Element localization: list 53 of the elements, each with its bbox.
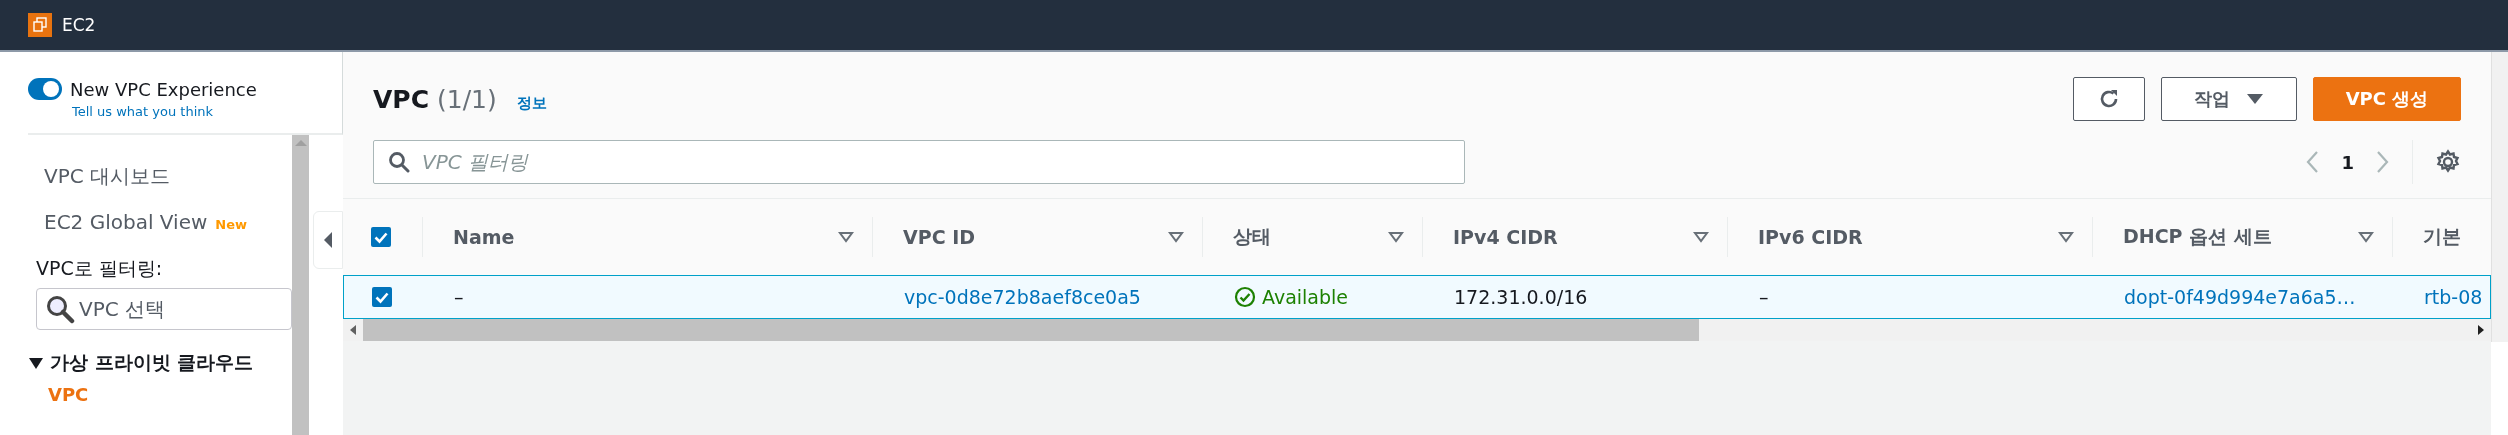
table-link[interactable]: vpc-0d8e72b8aef8ce0a5 xyxy=(904,286,1141,308)
table-cell: – xyxy=(1759,286,1769,308)
table-row[interactable]: – vpc-0d8e72b8aef8ce0a5 Available 172.31.0.0/16 – dopt-0f49d994e7a6a5… rtb-08 xyxy=(343,275,2491,319)
scrollbar-thumb[interactable] xyxy=(363,319,1699,341)
vertical-scrollbar[interactable] xyxy=(2491,52,2508,342)
info-link[interactable]: 정보 xyxy=(516,93,547,113)
column-header[interactable]: 상태 xyxy=(1233,224,1271,250)
new-label: New xyxy=(215,217,248,232)
filter-label: VPC로 필터링: xyxy=(35,256,164,281)
sort-icon[interactable] xyxy=(1168,231,1184,243)
sort-icon[interactable] xyxy=(1388,231,1404,243)
panel-title: VPC xyxy=(373,84,430,114)
nav-link[interactable]: EC2 Global View xyxy=(44,210,208,234)
table-link[interactable]: dopt-0f49d994e7a6a5… xyxy=(2124,286,2356,308)
caret-down-icon xyxy=(2246,93,2264,105)
toggle-switch[interactable] xyxy=(28,78,62,100)
nav-link[interactable]: VPC 대시보드 xyxy=(44,163,171,190)
scroll-right-icon[interactable] xyxy=(2477,324,2485,336)
column-header[interactable]: 기본 xyxy=(2423,224,2461,250)
checkbox[interactable] xyxy=(371,227,391,247)
column-header[interactable]: IPv6 CIDR xyxy=(1758,226,1863,248)
table-cell: 172.31.0.0/16 xyxy=(1454,286,1588,308)
actions-button[interactable]: 작업 xyxy=(2161,77,2297,121)
caret-left-icon xyxy=(323,231,333,249)
feedback-link[interactable]: Tell us what you think xyxy=(72,104,342,119)
vpc-select-field[interactable]: VPC 선택 xyxy=(36,288,292,330)
column-header[interactable]: Name xyxy=(453,226,515,248)
table-cell: – xyxy=(454,286,464,308)
column-header[interactable]: DHCP 옵션 세트 xyxy=(2123,224,2272,250)
sort-icon[interactable] xyxy=(1693,231,1709,243)
horizontal-scrollbar[interactable] xyxy=(343,319,2491,341)
collapse-button[interactable] xyxy=(313,211,343,269)
page-number[interactable]: 1 xyxy=(2341,151,2354,173)
item-count: (1/1) xyxy=(437,84,497,114)
refresh-button[interactable] xyxy=(2073,77,2145,121)
column-header[interactable]: IPv4 CIDR xyxy=(1453,226,1558,248)
sort-icon[interactable] xyxy=(2058,231,2074,243)
check-circle-icon xyxy=(1234,286,1256,308)
column-header[interactable]: VPC ID xyxy=(903,226,976,248)
section-header[interactable]: 가상 프라이빗 클라우드 xyxy=(28,350,292,376)
checkbox[interactable] xyxy=(372,287,392,307)
scroll-left-icon[interactable] xyxy=(349,324,357,336)
search-icon xyxy=(45,294,75,324)
service-name[interactable]: EC2 xyxy=(62,15,96,35)
settings-icon[interactable] xyxy=(2435,149,2461,175)
table-link[interactable]: rtb-08 xyxy=(2424,286,2483,308)
toggle-label: New VPC Experience xyxy=(70,78,257,100)
search-icon xyxy=(388,151,410,173)
sort-icon[interactable] xyxy=(2358,231,2374,243)
sort-icon[interactable] xyxy=(838,231,854,243)
vpc-select-input[interactable]: VPC 선택 xyxy=(79,289,291,329)
status-text: Available xyxy=(1262,286,1348,308)
caret-down-icon xyxy=(28,356,44,370)
